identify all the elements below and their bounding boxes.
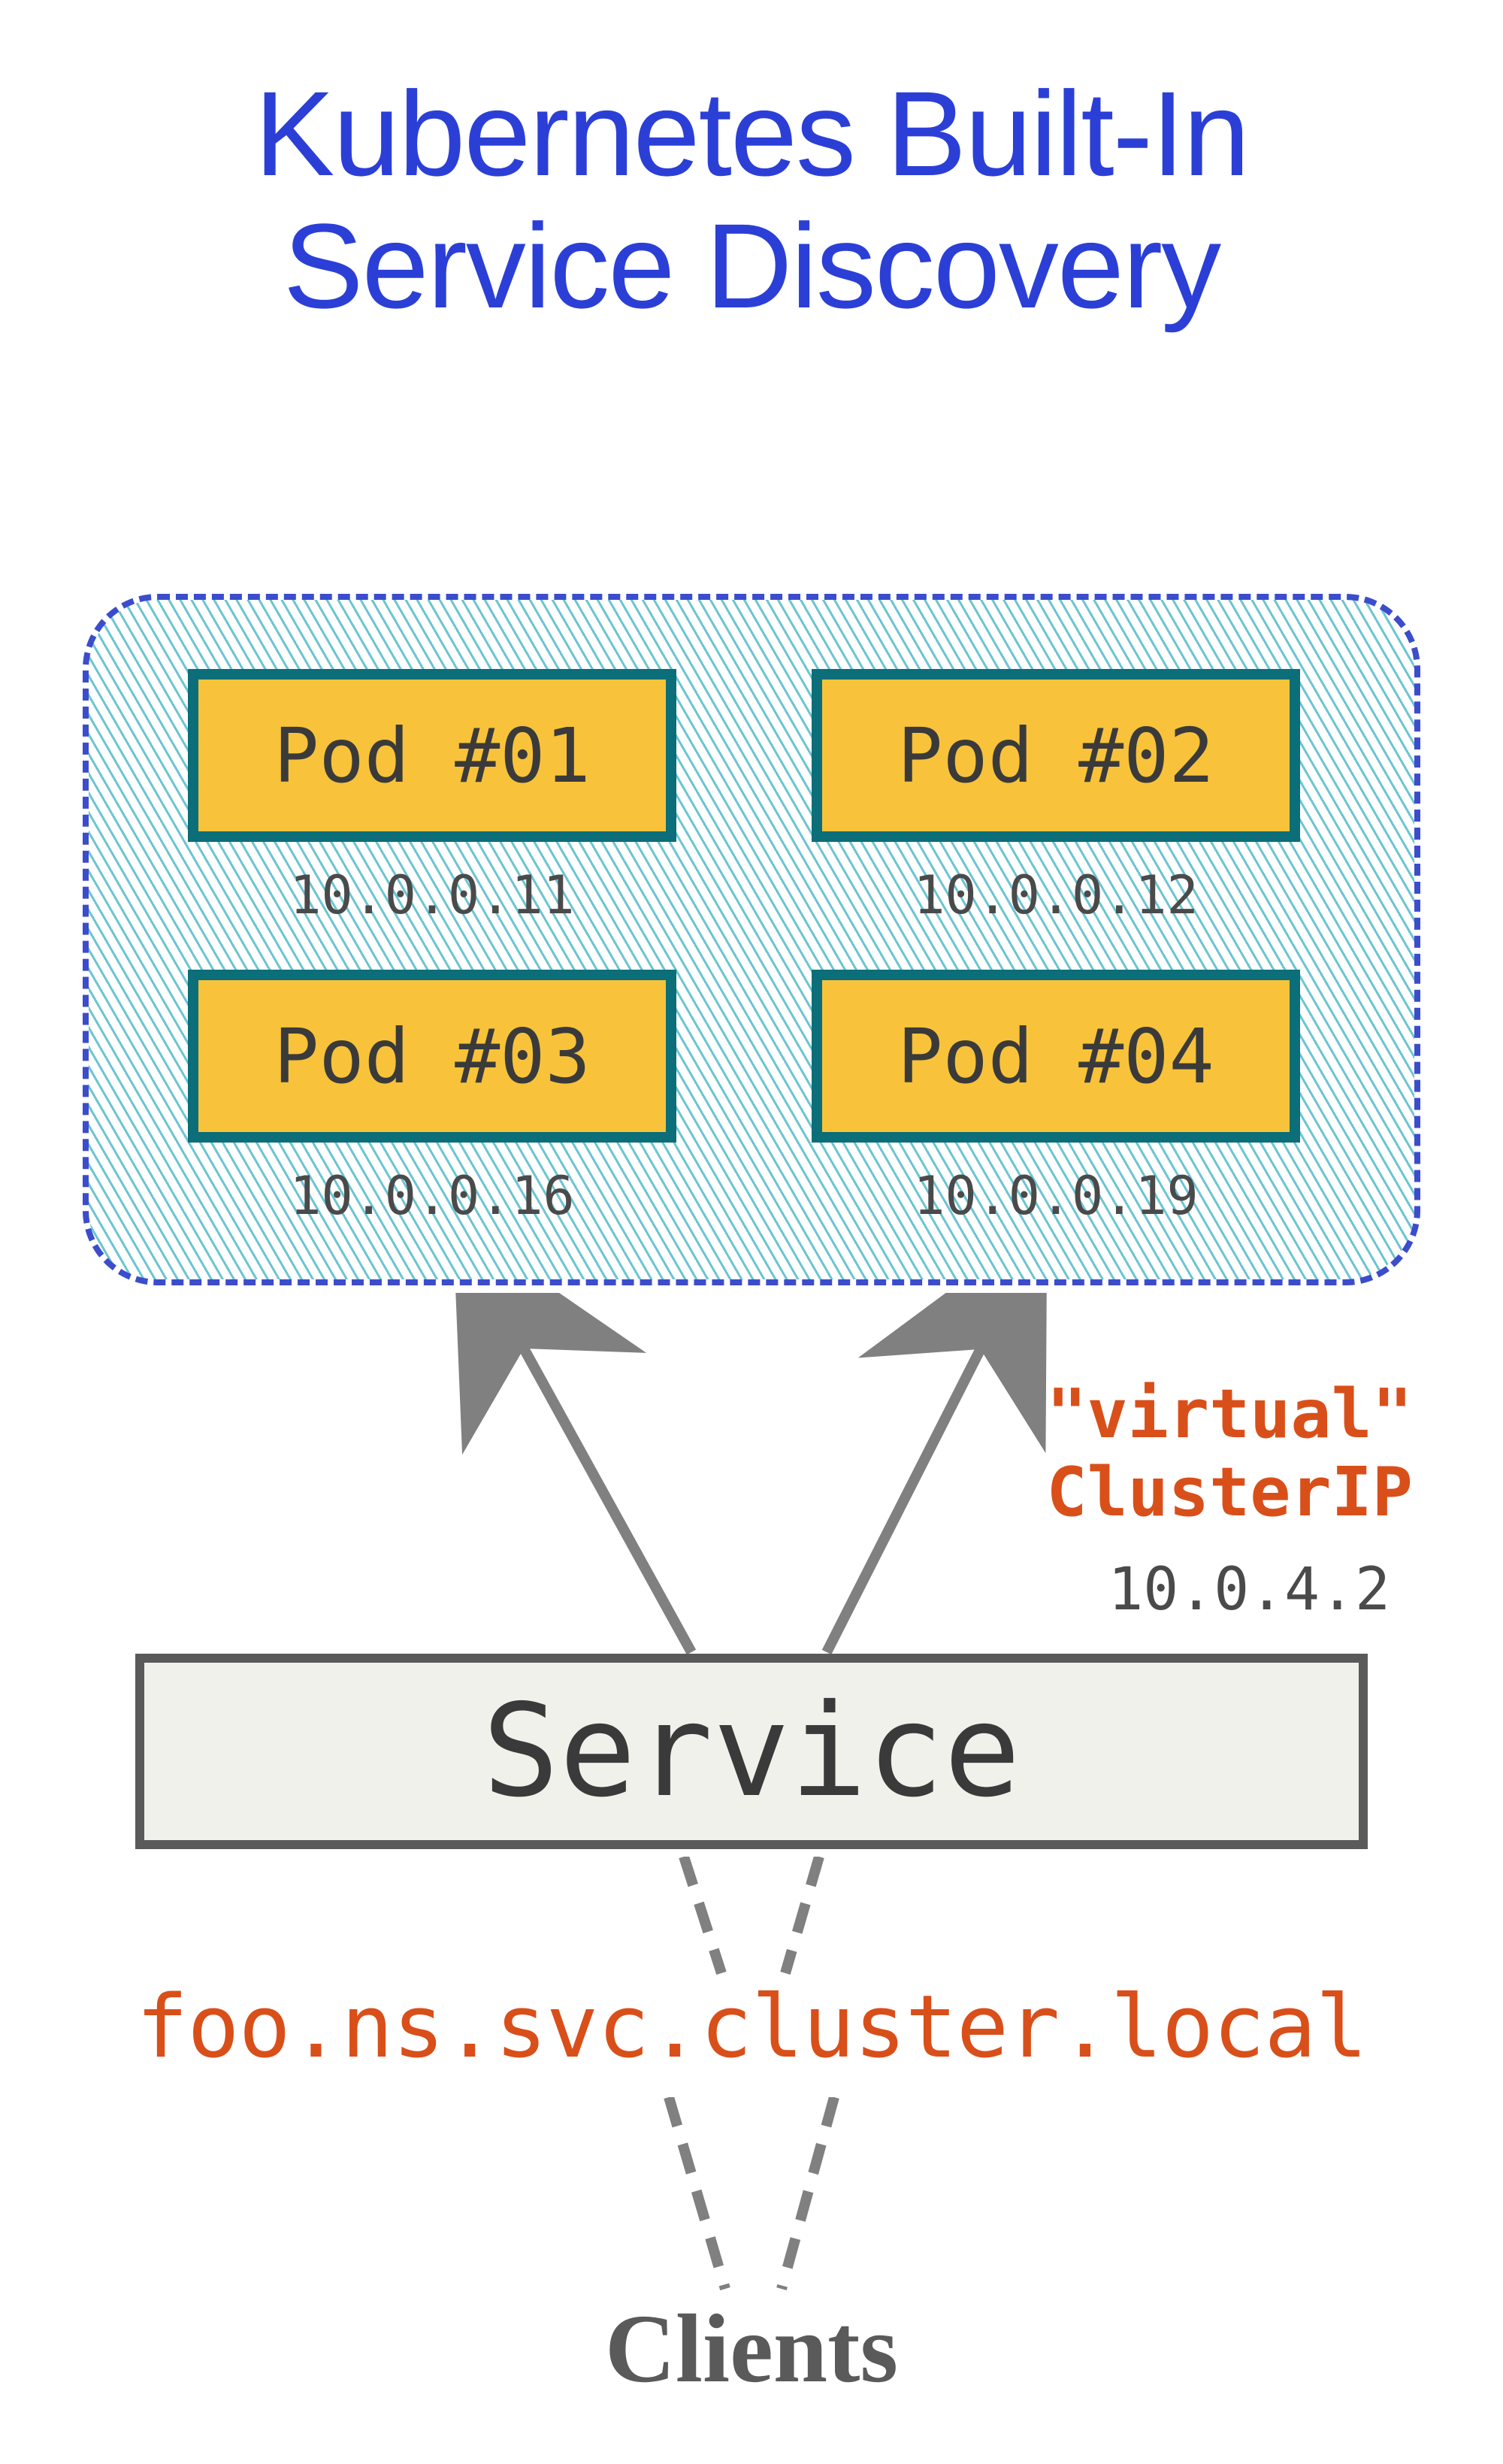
cluster-ip-label-line2: ClusterIP — [1046, 1453, 1413, 1532]
pod-04-label: Pod #04 — [897, 1013, 1214, 1100]
pod-03-box: Pod #03 — [188, 970, 676, 1143]
cluster-ip-label: "virtual" ClusterIP — [1046, 1376, 1413, 1531]
pod-02-box: Pod #02 — [812, 669, 1300, 842]
diagram-title: Kubernetes Built-In Service Discovery — [0, 68, 1503, 332]
service-box: Service — [135, 1654, 1368, 1849]
cluster-ip-value: 10.0.4.2 — [1108, 1556, 1390, 1624]
service-to-pods-arrows — [376, 1293, 1127, 1661]
pod-02-label: Pod #02 — [897, 712, 1214, 800]
title-line-1: Kubernetes Built-In — [255, 66, 1249, 201]
cluster-ip-label-line1: "virtual" — [1046, 1375, 1413, 1454]
service-to-dns-lines — [601, 1857, 902, 1984]
pod-03-label: Pod #03 — [274, 1013, 590, 1100]
service-label: Service — [482, 1677, 1021, 1826]
title-line-2: Service Discovery — [283, 198, 1220, 333]
pod-03-ip: 10.0.0.16 — [188, 1165, 676, 1227]
pod-04-box: Pod #04 — [812, 970, 1300, 1143]
pod-01-box: Pod #01 — [188, 669, 676, 842]
pod-01-label: Pod #01 — [274, 712, 590, 800]
pod-02-ip: 10.0.0.12 — [812, 864, 1300, 926]
dns-name: foo.ns.svc.cluster.local — [0, 1977, 1503, 2078]
pod-04-ip: 10.0.0.19 — [812, 1165, 1300, 1227]
clients-label: Clients — [0, 2293, 1503, 2405]
pod-01-ip: 10.0.0.11 — [188, 864, 676, 926]
dns-to-clients-lines — [601, 2097, 902, 2293]
